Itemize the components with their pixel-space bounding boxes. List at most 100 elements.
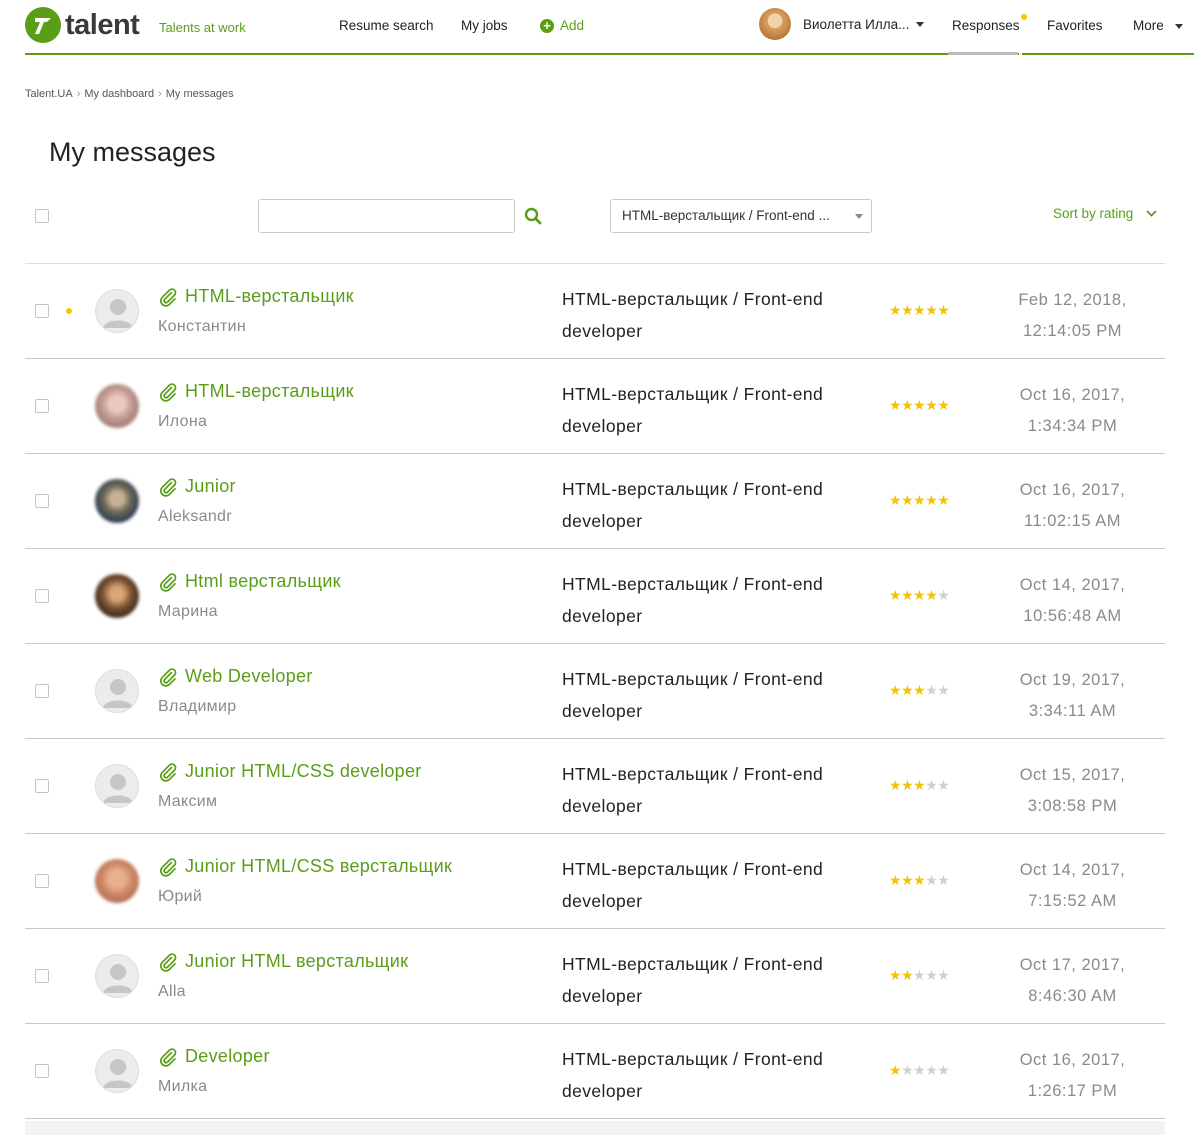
breadcrumb: Talent.UA › My dashboard › My messages bbox=[25, 88, 234, 100]
message-row[interactable]: Html верстальщик Марина HTML-верстальщик… bbox=[25, 549, 1165, 644]
message-row[interactable]: Junior Aleksandr HTML-верстальщик / Fron… bbox=[25, 454, 1165, 549]
rating-stars[interactable]: ★ ★ ★ ★ ★ bbox=[889, 967, 950, 983]
job-title: HTML-верстальщик / Front-end developer bbox=[562, 378, 862, 442]
message-date: Oct 14, 2017, 7:15:52 AM bbox=[985, 855, 1160, 917]
message-title-link[interactable]: HTML-верстальщик bbox=[158, 381, 354, 402]
message-title-link[interactable]: Developer bbox=[158, 1046, 270, 1067]
rating-stars[interactable]: ★ ★ ★ ★ ★ bbox=[889, 302, 950, 318]
sort-dropdown[interactable]: Sort by rating bbox=[1053, 206, 1157, 221]
footer-strip bbox=[25, 1121, 1165, 1135]
job-title-line: developer bbox=[562, 796, 643, 816]
message-row[interactable]: Web Developer Владимир HTML-верстальщик … bbox=[25, 644, 1165, 739]
breadcrumb-link[interactable]: Talent.UA bbox=[25, 88, 73, 100]
select-all-checkbox[interactable] bbox=[35, 209, 49, 223]
star-icon: ★ bbox=[901, 492, 914, 508]
job-title-line: developer bbox=[562, 701, 643, 721]
user-placeholder-icon bbox=[103, 774, 133, 803]
paperclip-icon bbox=[160, 952, 177, 972]
time-line: 3:08:58 PM bbox=[1027, 797, 1118, 815]
candidate-name: Илона bbox=[158, 413, 208, 430]
message-row[interactable]: Developer Милка HTML-верстальщик / Front… bbox=[25, 1024, 1165, 1119]
message-title-link[interactable]: Html верстальщик bbox=[158, 571, 341, 592]
search-input[interactable] bbox=[258, 199, 515, 233]
job-title-line: developer bbox=[562, 416, 643, 436]
paperclip-icon bbox=[160, 572, 177, 592]
message-title-link[interactable]: Junior bbox=[158, 476, 236, 497]
date-line: Oct 15, 2017, bbox=[1019, 766, 1126, 784]
row-checkbox[interactable] bbox=[35, 779, 49, 793]
tab-favorites[interactable]: Favorites bbox=[1047, 0, 1107, 55]
user-placeholder-icon bbox=[103, 1059, 133, 1088]
message-title: Html верстальщик bbox=[185, 571, 341, 591]
message-title: HTML-верстальщик bbox=[185, 381, 354, 401]
row-checkbox[interactable] bbox=[35, 589, 49, 603]
page-title: My messages bbox=[49, 137, 216, 167]
nav-my-jobs[interactable]: My jobs bbox=[461, 18, 508, 33]
star-icon: ★ bbox=[889, 777, 902, 793]
user-placeholder-icon bbox=[103, 679, 133, 708]
tab-responses[interactable]: Responses bbox=[952, 0, 1027, 55]
row-checkbox[interactable] bbox=[35, 1064, 49, 1078]
date-line: Oct 19, 2017, bbox=[1019, 671, 1126, 689]
message-title-link[interactable]: Junior HTML верстальщик bbox=[158, 951, 408, 972]
star-icon: ★ bbox=[937, 1062, 950, 1078]
tab-more[interactable]: More bbox=[1133, 0, 1188, 55]
rating-stars[interactable]: ★ ★ ★ ★ ★ bbox=[889, 777, 950, 793]
star-icon: ★ bbox=[937, 587, 950, 603]
rating-stars[interactable]: ★ ★ ★ ★ ★ bbox=[889, 872, 950, 888]
message-date: Oct 16, 2017, 1:34:34 PM bbox=[985, 380, 1160, 442]
star-icon: ★ bbox=[901, 587, 914, 603]
row-checkbox[interactable] bbox=[35, 304, 49, 318]
chevron-down-icon bbox=[1146, 210, 1157, 217]
message-title: Junior HTML/CSS верстальщик bbox=[185, 856, 453, 876]
star-icon: ★ bbox=[937, 682, 950, 698]
message-row[interactable]: HTML-верстальщик Илона HTML-верстальщик … bbox=[25, 359, 1165, 454]
message-date: Feb 12, 2018, 12:14:05 PM bbox=[985, 285, 1160, 347]
time-line: 1:26:17 PM bbox=[1027, 1082, 1118, 1100]
rating-stars[interactable]: ★ ★ ★ ★ ★ bbox=[889, 492, 950, 508]
job-title: HTML-верстальщик / Front-end developer bbox=[562, 1043, 862, 1107]
job-title-line: HTML-верстальщик / Front-end bbox=[562, 384, 824, 404]
star-icon: ★ bbox=[925, 1062, 938, 1078]
star-icon: ★ bbox=[889, 397, 902, 413]
message-title-link[interactable]: Junior HTML/CSS верстальщик bbox=[158, 856, 452, 877]
talent-logo[interactable]: talent bbox=[25, 5, 140, 45]
star-icon: ★ bbox=[925, 872, 938, 888]
nav-resume-search[interactable]: Resume search bbox=[339, 18, 434, 33]
rating-stars[interactable]: ★ ★ ★ ★ ★ bbox=[889, 397, 950, 413]
date-line: Oct 16, 2017, bbox=[1019, 386, 1126, 404]
job-title-line: developer bbox=[562, 1081, 643, 1101]
rating-stars[interactable]: ★ ★ ★ ★ ★ bbox=[889, 1062, 950, 1078]
chevron-right-icon: › bbox=[76, 88, 81, 100]
message-row[interactable]: HTML-верстальщик Константин HTML-верстал… bbox=[25, 264, 1165, 359]
chevron-right-icon: › bbox=[158, 88, 162, 100]
row-checkbox[interactable] bbox=[35, 494, 49, 508]
avatar bbox=[95, 764, 139, 808]
time-line: 12:14:05 PM bbox=[1022, 322, 1123, 340]
star-icon: ★ bbox=[937, 967, 950, 983]
avatar bbox=[95, 669, 139, 713]
row-checkbox[interactable] bbox=[35, 969, 49, 983]
breadcrumb-current: My messages bbox=[165, 88, 234, 100]
message-title-link[interactable]: HTML-верстальщик bbox=[158, 286, 354, 307]
user-menu[interactable]: Виолетта Илла... bbox=[759, 8, 925, 40]
rating-stars[interactable]: ★ ★ ★ ★ ★ bbox=[889, 682, 950, 698]
tagline: Talents at work bbox=[159, 20, 246, 35]
row-checkbox[interactable] bbox=[35, 684, 49, 698]
avatar bbox=[95, 384, 139, 428]
star-icon: ★ bbox=[925, 492, 938, 508]
message-title-link[interactable]: Junior HTML/CSS developer bbox=[158, 761, 422, 782]
message-row[interactable]: Junior HTML/CSS developer Максим HTML-ве… bbox=[25, 739, 1165, 834]
message-date: Oct 17, 2017, 8:46:30 AM bbox=[985, 950, 1160, 1012]
breadcrumb-link[interactable]: My dashboard bbox=[84, 88, 154, 100]
rating-stars[interactable]: ★ ★ ★ ★ ★ bbox=[889, 587, 950, 603]
message-title-link[interactable]: Web Developer bbox=[158, 666, 313, 687]
star-icon: ★ bbox=[913, 682, 926, 698]
row-checkbox[interactable] bbox=[35, 399, 49, 413]
job-filter-select[interactable]: HTML-верстальщик / Front-end ... bbox=[610, 199, 872, 233]
message-row[interactable]: Junior HTML/CSS верстальщик Юрий HTML-ве… bbox=[25, 834, 1165, 929]
row-checkbox[interactable] bbox=[35, 874, 49, 888]
nav-add-button[interactable]: + Add bbox=[540, 18, 584, 33]
search-icon[interactable] bbox=[524, 207, 542, 230]
message-row[interactable]: Junior HTML верстальщик Alla HTML-верста… bbox=[25, 929, 1165, 1024]
